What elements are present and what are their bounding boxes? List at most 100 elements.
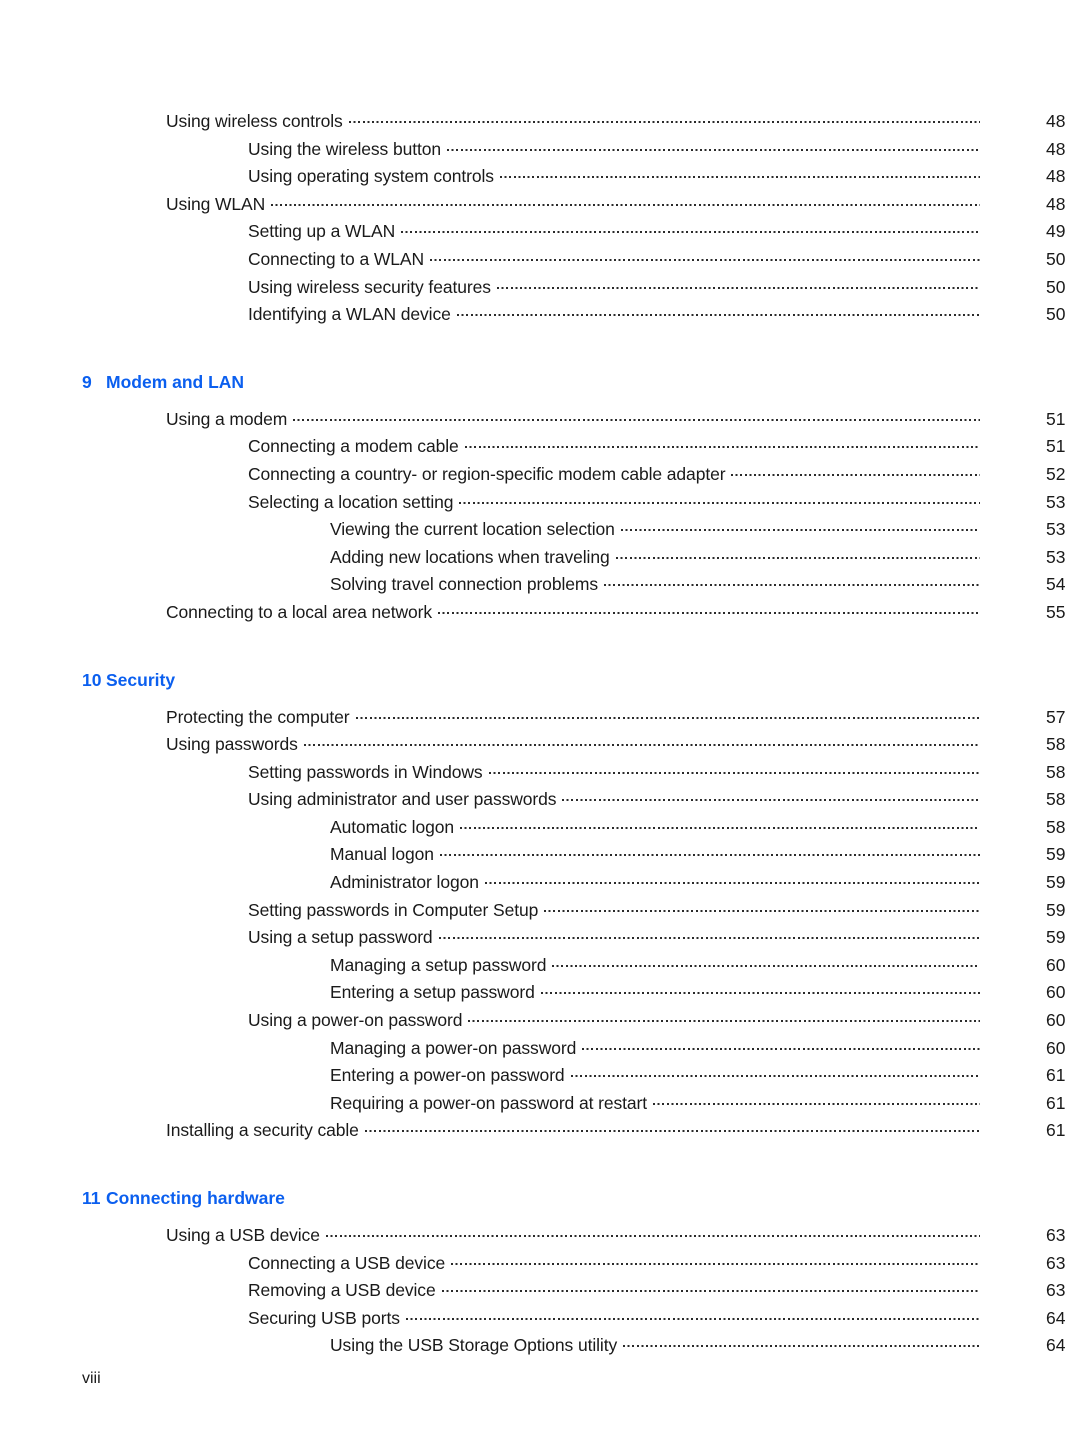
toc-entry[interactable]: Setting up a WLAN 49: [0, 218, 1080, 246]
toc-entry[interactable]: Using administrator and user passwords 58: [0, 786, 1080, 814]
toc-entry-title: Identifying a WLAN device: [248, 304, 451, 325]
toc-entry[interactable]: Using wireless controls 48: [0, 108, 1080, 136]
toc-entry-title: Using WLAN: [166, 193, 266, 214]
toc-entry[interactable]: Administrator logon 59: [0, 869, 1080, 897]
toc-entry[interactable]: Installing a security cable 61: [0, 1117, 1080, 1145]
toc-entry[interactable]: Managing a setup password 60: [0, 952, 1080, 980]
toc-entry[interactable]: Using a modem 51: [0, 406, 1080, 434]
toc-entry[interactable]: Requiring a power-on password at restart…: [0, 1090, 1080, 1118]
toc-entry-page-number: 51: [1046, 408, 1066, 429]
toc-entry[interactable]: Using operating system controls 48: [0, 163, 1080, 191]
toc-entry-title: Using the wireless button: [248, 138, 442, 159]
toc-entry[interactable]: Removing a USB device 63: [0, 1277, 1080, 1305]
toc-entry[interactable]: Viewing the current location selection 53: [0, 516, 1080, 544]
toc-entry[interactable]: Connecting to a WLAN 50: [0, 246, 1080, 274]
toc-entry-page-number: 49: [1046, 221, 1066, 242]
toc-entry[interactable]: Selecting a location setting 53: [0, 489, 1080, 517]
toc-entry[interactable]: Using a setup password 59: [0, 924, 1080, 952]
toc-entry[interactable]: Using passwords 58: [0, 731, 1080, 759]
toc-entry-page-number: 57: [1046, 706, 1066, 727]
toc-entry-title: Connecting a USB device: [248, 1252, 446, 1273]
toc-entry-title: Using the USB Storage Options utility: [330, 1335, 618, 1356]
dot-leader: [364, 1119, 980, 1137]
chapter-heading[interactable]: 10 Security: [0, 668, 1080, 692]
toc-entry[interactable]: Connecting a modem cable 51: [0, 433, 1080, 461]
toc-page: Using wireless controls 48 Using the wirel…: [0, 0, 1080, 1437]
toc-entry[interactable]: Entering a power-on password 61: [0, 1062, 1080, 1090]
toc-entry-page-number: 52: [1046, 463, 1066, 484]
chapter-title: Modem and LAN: [106, 371, 245, 392]
dot-leader: [441, 1279, 980, 1297]
toc-entry[interactable]: Securing USB ports 64: [0, 1305, 1080, 1333]
chapter-heading[interactable]: 11 Connecting hardware: [0, 1186, 1080, 1210]
toc-entry[interactable]: Automatic logon 58: [0, 814, 1080, 842]
toc-entry-title: Using wireless security features: [248, 276, 491, 297]
toc-entry-page-number: 48: [1046, 138, 1066, 159]
page-number-footer: viii: [82, 1370, 101, 1387]
toc-entry-title: Entering a power-on password: [330, 1065, 565, 1086]
dot-leader: [582, 1036, 980, 1054]
toc-entry-title: Connecting a modem cable: [248, 436, 459, 457]
toc-entry[interactable]: Protecting the computer 57: [0, 704, 1080, 732]
toc-entry-title: Setting passwords in Computer Setup: [248, 899, 539, 920]
dot-leader: [401, 220, 980, 238]
chapter-number: 9: [82, 371, 92, 392]
dot-leader: [544, 898, 980, 916]
dot-leader: [620, 518, 980, 536]
toc-entry[interactable]: Connecting a USB device 63: [0, 1250, 1080, 1278]
toc-entry-title: Installing a security cable: [166, 1120, 359, 1141]
toc-entry[interactable]: Setting passwords in Computer Setup 59: [0, 897, 1080, 925]
toc-entry-page-number: 59: [1046, 844, 1066, 865]
dot-leader: [460, 815, 980, 833]
toc-entry-page-number: 58: [1046, 761, 1066, 782]
dot-leader: [653, 1091, 980, 1109]
dot-leader: [451, 1251, 980, 1269]
toc-section: 9 Modem and LAN Using a modem 51 Connecting …: [0, 370, 1080, 627]
toc-entry-page-number: 59: [1046, 899, 1066, 920]
toc-entry[interactable]: Connecting a country- or region-specific…: [0, 461, 1080, 489]
toc-entry-page-number: 48: [1046, 193, 1066, 214]
toc-entry-page-number: 60: [1046, 1037, 1066, 1058]
toc-entry-title: Selecting a location setting: [248, 491, 454, 512]
toc-entry-title: Securing USB ports: [248, 1307, 400, 1328]
dot-leader: [405, 1306, 980, 1324]
toc-entry-page-number: 58: [1046, 734, 1066, 755]
dot-leader: [325, 1224, 980, 1242]
dot-leader: [570, 1064, 980, 1082]
toc-entry[interactable]: Setting passwords in Windows 58: [0, 759, 1080, 787]
dot-leader: [438, 926, 980, 944]
dot-leader: [604, 573, 980, 591]
toc-entry-page-number: 58: [1046, 816, 1066, 837]
toc-entry[interactable]: Entering a setup password 60: [0, 979, 1080, 1007]
toc-entry[interactable]: Managing a power-on password 60: [0, 1035, 1080, 1063]
toc-entry[interactable]: Identifying a WLAN device 50: [0, 301, 1080, 329]
dot-leader: [447, 137, 980, 155]
toc-entry-title: Connecting to a local area network: [166, 601, 433, 622]
toc-entry[interactable]: Using WLAN 48: [0, 191, 1080, 219]
toc-entry[interactable]: Using wireless security features 50: [0, 274, 1080, 302]
toc-entry[interactable]: Using a USB device 63: [0, 1222, 1080, 1250]
toc-section: 11 Connecting hardware Using a USB device 6…: [0, 1186, 1080, 1360]
toc-entry[interactable]: Solving travel connection problems 54: [0, 571, 1080, 599]
toc-entry[interactable]: Using the USB Storage Options utility 64: [0, 1332, 1080, 1360]
dot-leader: [484, 871, 980, 889]
toc-entry-title: Viewing the current location selection: [330, 519, 615, 540]
toc-entry[interactable]: Using the wireless button 48: [0, 136, 1080, 164]
toc-entry-page-number: 60: [1046, 1010, 1066, 1031]
chapter-heading[interactable]: 9 Modem and LAN: [0, 370, 1080, 394]
chapter-title: Connecting hardware: [106, 1188, 285, 1208]
toc-entry-title: Managing a setup password: [330, 954, 547, 975]
toc-entry-title: Solving travel connection problems: [330, 574, 598, 595]
toc-entry[interactable]: Using a power-on password 60: [0, 1007, 1080, 1035]
toc-entry-page-number: 53: [1046, 491, 1066, 512]
chapter-number: 10: [82, 669, 102, 690]
toc-entry-title: Using a power-on password: [248, 1010, 463, 1031]
toc-entry-title: Setting up a WLAN: [248, 221, 396, 242]
toc-entry[interactable]: Connecting to a local area network 55: [0, 599, 1080, 627]
dot-leader: [439, 843, 980, 861]
toc-entry[interactable]: Manual logon 59: [0, 841, 1080, 869]
toc-entry-page-number: 61: [1046, 1065, 1066, 1086]
dot-leader: [438, 600, 980, 618]
toc-entry[interactable]: Adding new locations when traveling 53: [0, 544, 1080, 572]
toc-entry-title: Manual logon: [330, 844, 434, 865]
